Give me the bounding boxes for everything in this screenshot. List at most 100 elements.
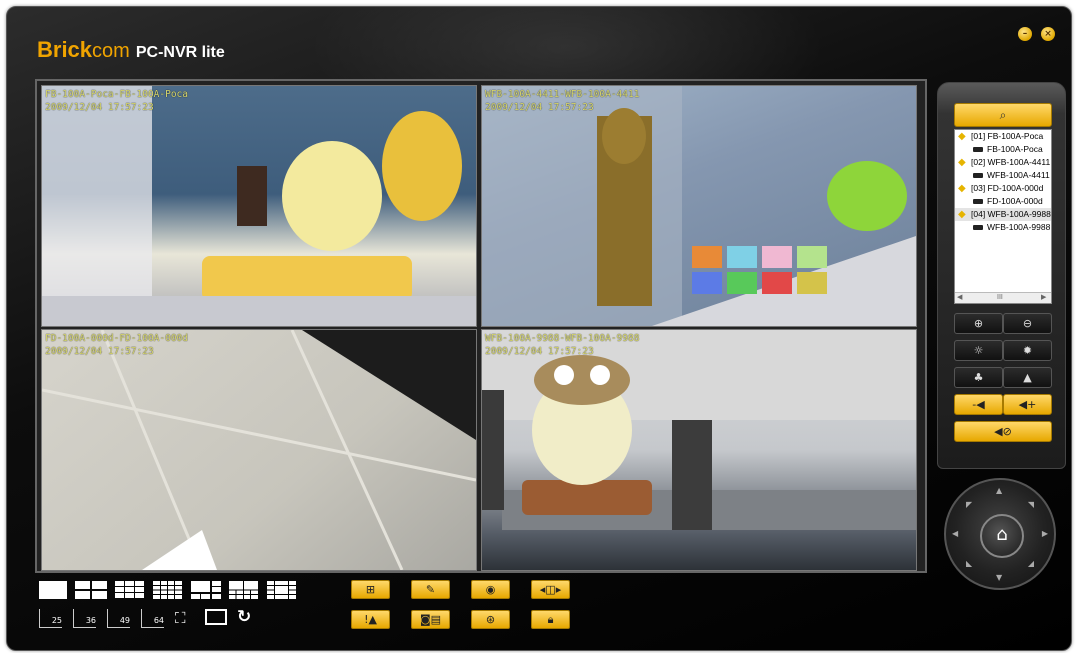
volume-up-button[interactable]: ◀+ — [1003, 394, 1052, 415]
layout-1x1-icon[interactable] — [39, 581, 67, 599]
mute-icon: ◀⊘ — [994, 425, 1012, 438]
tree-camera-04[interactable]: WFB-100A-9988 — [955, 221, 1051, 234]
camera-3-title: FD-100A-000d-FD-100A-000d — [45, 333, 188, 344]
camera-1-timestamp: 2009/12/04 17:57:23 — [45, 102, 154, 113]
product-name: PC-NVR lite — [135, 44, 225, 61]
camera-view-3[interactable]: FD-100A-000d-FD-100A-000d 2009/12/04 17:… — [41, 329, 477, 571]
layout-36-label: 36 — [85, 616, 96, 625]
zoom-in-icon: ⊕ — [973, 317, 984, 330]
pan-down-left-icon[interactable]: ◣ — [966, 559, 972, 568]
device-tree[interactable]: [01] FB-100A-Poca FB-100A-Poca [02] WFB-… — [954, 129, 1052, 304]
sequence-icon: ◂◫▸ — [539, 583, 562, 596]
camera-2-image — [482, 86, 916, 326]
camera-4-title: WFB-100A-9988-WFB-100A-9988 — [485, 333, 640, 344]
pan-up-left-icon[interactable]: ◤ — [966, 500, 972, 509]
tree-group-04[interactable]: [04] WFB-100A-9988 — [955, 208, 1051, 221]
brightness-down-button[interactable]: ☼ — [954, 340, 1003, 361]
layout-selector-row-1 — [39, 581, 309, 599]
layout-1plus12-icon[interactable] — [267, 581, 297, 599]
playback-icon: ◉ — [485, 583, 496, 596]
alarm-button[interactable]: !▲ — [351, 610, 390, 629]
lock-icon: 🔒︎ — [547, 613, 554, 626]
settings-button[interactable]: ✎ — [411, 580, 450, 599]
layout-3x3-icon[interactable] — [115, 581, 145, 599]
app-brand: Brickcom PC-NVR lite — [37, 37, 225, 63]
camera-view-1[interactable]: FB-100A-Poca-FB-100A-Poca 2009/12/04 17:… — [41, 85, 477, 327]
tree-group-02[interactable]: [02] WFB-100A-4411 — [955, 156, 1051, 169]
camera-2-title: WFB-100A-4411-WFB-100A-4411 — [485, 89, 640, 100]
search-device-button[interactable]: ⌕ — [954, 103, 1052, 127]
layout-1plus5-icon[interactable] — [191, 581, 221, 599]
focus-far-button[interactable]: ▲ — [1003, 367, 1052, 388]
home-position-button[interactable]: ⌂ — [980, 514, 1024, 558]
config-button[interactable]: ⊞ — [351, 580, 390, 599]
camera-3-timestamp: 2009/12/04 17:57:23 — [45, 346, 154, 357]
scroll-thumb[interactable]: III — [997, 293, 1003, 303]
camera-4-timestamp: 2009/12/04 17:57:23 — [485, 346, 594, 357]
zoom-out-icon: ⊖ — [1022, 317, 1033, 330]
focus-near-button[interactable]: ♣ — [954, 367, 1003, 388]
layout-25-button[interactable]: 25 — [39, 609, 62, 628]
minimize-icon[interactable]: – — [1018, 27, 1032, 41]
camera-2-timestamp: 2009/12/04 17:57:23 — [485, 102, 594, 113]
camera-view-4[interactable]: WFB-100A-9988-WFB-100A-9988 2009/12/04 1… — [481, 329, 917, 571]
tree-horizontal-scrollbar[interactable]: ◀ III ▶ — [955, 292, 1051, 303]
fullscreen-icon[interactable]: ⛶ — [175, 609, 186, 627]
layout-2x2-icon[interactable] — [75, 581, 107, 599]
wrench-icon: ✎ — [425, 583, 436, 596]
ptz-joystick[interactable]: ▲ ▼ ◀ ▶ ◤ ◥ ◣ ◢ ⌂ — [944, 478, 1056, 590]
pan-right-icon[interactable]: ▶ — [1042, 529, 1048, 538]
tree-camera-03[interactable]: FD-100A-000d — [955, 195, 1051, 208]
alarm-icon: !▲ — [364, 613, 377, 626]
tree-camera-02[interactable]: WFB-100A-4411 — [955, 169, 1051, 182]
layout-49-label: 49 — [119, 616, 130, 625]
tree-camera-01[interactable]: FB-100A-Poca — [955, 143, 1051, 156]
camera-3-image — [42, 330, 476, 570]
tree-group-01[interactable]: [01] FB-100A-Poca — [955, 130, 1051, 143]
brightness-up-button[interactable]: ✹ — [1003, 340, 1052, 361]
pan-down-right-icon[interactable]: ◢ — [1028, 559, 1034, 568]
rotate-icon[interactable]: ↻ — [237, 607, 251, 627]
scroll-left-icon[interactable]: ◀ — [957, 293, 962, 303]
layout-64-button[interactable]: 64 — [141, 609, 164, 628]
config-icon: ⊞ — [365, 583, 376, 596]
scroll-right-icon[interactable]: ▶ — [1041, 293, 1046, 303]
layout-1plus7-icon[interactable] — [229, 581, 259, 599]
camera-view-2[interactable]: WFB-100A-4411-WFB-100A-4411 2009/12/04 1… — [481, 85, 917, 327]
layout-64-label: 64 — [153, 616, 164, 625]
tree-group-03[interactable]: [03] FD-100A-000d — [955, 182, 1051, 195]
search-icon: ⌕ — [999, 108, 1007, 122]
layout-4x4-icon[interactable] — [153, 581, 183, 599]
volume-down-icon: -◀ — [972, 398, 985, 411]
pan-up-right-icon[interactable]: ◥ — [1028, 500, 1034, 509]
zoom-in-button[interactable]: ⊕ — [954, 313, 1003, 334]
brand-name-part1: Brick — [37, 37, 93, 62]
volume-down-button[interactable]: -◀ — [954, 394, 1003, 415]
pan-left-icon[interactable]: ◀ — [952, 529, 958, 538]
camera-4-image — [482, 330, 916, 530]
pan-up-icon[interactable]: ▲ — [996, 486, 1002, 495]
lock-button[interactable]: 🔒︎ — [531, 610, 570, 629]
camera-1-image — [42, 86, 476, 326]
camera-1-overlay: FB-100A-Poca-FB-100A-Poca 2009/12/04 17:… — [45, 88, 188, 114]
globe-icon: ⊛ — [485, 613, 496, 626]
layout-36-button[interactable]: 36 — [73, 609, 96, 628]
pan-down-icon[interactable]: ▼ — [996, 573, 1002, 582]
window-mode-icon[interactable] — [205, 609, 227, 625]
layout-49-button[interactable]: 49 — [107, 609, 130, 628]
playback-button[interactable]: ◉ — [471, 580, 510, 599]
snapshot-button[interactable]: ◙▤ — [411, 610, 450, 629]
web-button[interactable]: ⊛ — [471, 610, 510, 629]
brand-name-part2: com — [92, 40, 130, 62]
home-icon: ⌂ — [996, 524, 1008, 545]
mute-button[interactable]: ◀⊘ — [954, 421, 1052, 442]
brightness-down-icon: ☼ — [973, 344, 984, 357]
layout-25-label: 25 — [51, 616, 62, 625]
focus-far-icon: ▲ — [1023, 371, 1032, 384]
sequence-button[interactable]: ◂◫▸ — [531, 580, 570, 599]
zoom-out-button[interactable]: ⊖ — [1003, 313, 1052, 334]
video-grid: FB-100A-Poca-FB-100A-Poca 2009/12/04 17:… — [35, 79, 927, 573]
brightness-up-icon: ✹ — [1022, 344, 1033, 357]
volume-up-icon: ◀+ — [1018, 398, 1037, 411]
close-icon[interactable]: × — [1041, 27, 1055, 41]
